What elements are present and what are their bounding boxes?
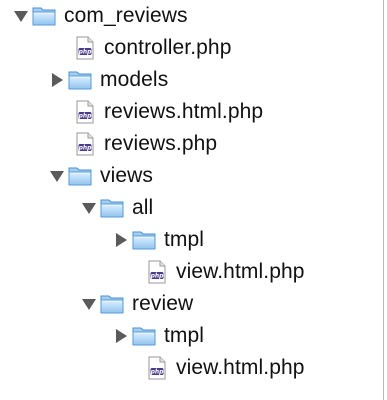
php-file-icon — [72, 99, 98, 125]
folder-icon — [68, 163, 94, 189]
php-file-icon — [144, 259, 170, 285]
triangle-right-icon[interactable] — [48, 71, 66, 89]
folder-icon — [100, 195, 126, 221]
tree-item-label: review — [132, 292, 194, 315]
tree-item-label: reviews.html.php — [104, 100, 264, 123]
tree-item-tmpl[interactable]: tmpl — [112, 224, 204, 256]
tree-item-models[interactable]: models — [48, 64, 168, 96]
tree-item-label: all — [132, 196, 154, 219]
tree-item-controller-php[interactable]: controller.php — [52, 32, 231, 64]
folder-icon — [100, 291, 126, 317]
tree-item-views[interactable]: views — [48, 160, 153, 192]
tree-item-reviews-html-php[interactable]: reviews.html.php — [52, 96, 263, 128]
folder-icon — [132, 323, 158, 349]
tree-item-label: views — [100, 164, 154, 187]
tree-item-view-html-php[interactable]: view.html.php — [124, 256, 305, 288]
triangle-right-icon[interactable] — [112, 231, 130, 249]
triangle-down-icon[interactable] — [48, 167, 66, 185]
triangle-down-icon[interactable] — [12, 7, 30, 25]
tree-item-label: reviews.php — [104, 132, 218, 155]
file-tree-panel: com_reviews controller.php models review… — [0, 0, 384, 400]
tree-item-tmpl[interactable]: tmpl — [112, 320, 204, 352]
php-file-icon — [72, 131, 98, 157]
tree-item-label: view.html.php — [176, 356, 305, 379]
tree-item-label: controller.php — [104, 36, 232, 59]
triangle-down-icon[interactable] — [80, 295, 98, 313]
tree-item-all[interactable]: all — [80, 192, 153, 224]
php-file-icon — [144, 355, 170, 381]
tree-item-reviews-php[interactable]: reviews.php — [52, 128, 217, 160]
tree-item-label: com_reviews — [64, 4, 188, 27]
tree-item-label: tmpl — [164, 324, 205, 347]
tree-item-review[interactable]: review — [80, 288, 193, 320]
tree-item-label: tmpl — [164, 228, 205, 251]
triangle-right-icon[interactable] — [112, 327, 130, 345]
php-file-icon — [72, 35, 98, 61]
triangle-down-icon[interactable] — [80, 199, 98, 217]
tree-item-label: view.html.php — [176, 260, 305, 283]
folder-icon — [32, 3, 58, 29]
tree-item-view-html-php[interactable]: view.html.php — [124, 352, 305, 384]
folder-icon — [68, 67, 94, 93]
tree-item-label: models — [100, 68, 169, 91]
tree-item-com-reviews[interactable]: com_reviews — [12, 0, 188, 32]
folder-icon — [132, 227, 158, 253]
